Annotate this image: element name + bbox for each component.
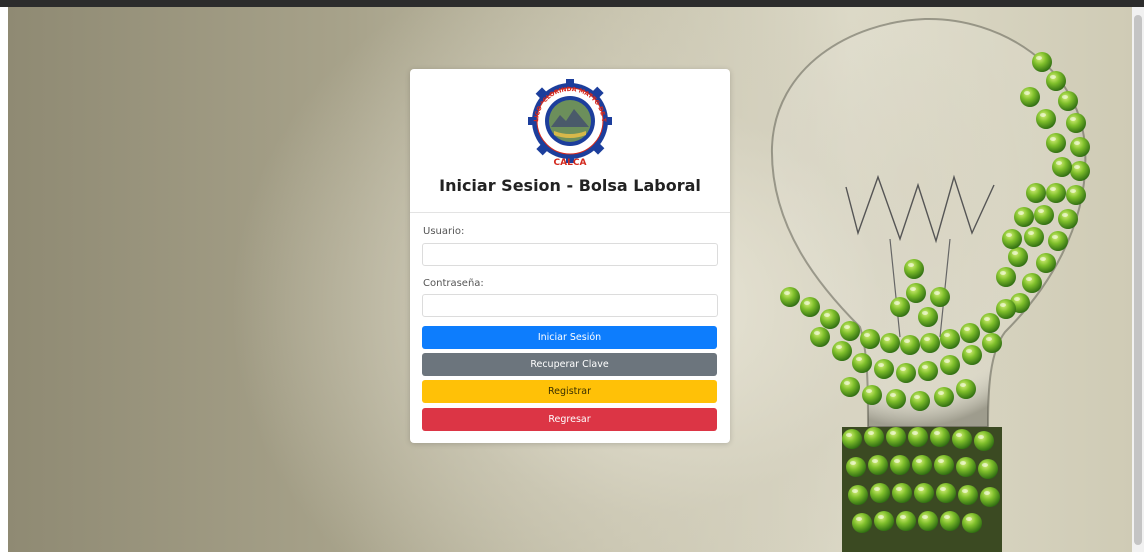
logo-calca-text: CALCA <box>554 158 587 168</box>
register-button[interactable]: Registrar <box>422 380 717 403</box>
lightbulb-background-icon <box>770 17 1090 552</box>
card-header: IES PUBLICO "CLORINDA MATTO DE TURNER" C… <box>410 69 730 213</box>
back-button[interactable]: Regresar <box>422 408 717 431</box>
scrollbar-thumb[interactable] <box>1134 15 1142 545</box>
recover-password-button[interactable]: Recuperar Clave <box>422 353 717 376</box>
username-input[interactable] <box>422 243 718 266</box>
login-button[interactable]: Iniciar Sesión <box>422 326 717 349</box>
scrollbar[interactable] <box>1132 7 1144 552</box>
page-title: Iniciar Sesion - Bolsa Laboral <box>439 176 701 195</box>
institution-logo-icon: IES PUBLICO "CLORINDA MATTO DE TURNER" C… <box>524 77 612 168</box>
password-input[interactable] <box>422 294 718 317</box>
page: IES PUBLICO "CLORINDA MATTO DE TURNER" C… <box>0 0 1144 552</box>
password-label: Contraseña: <box>423 278 484 289</box>
login-card: IES PUBLICO "CLORINDA MATTO DE TURNER" C… <box>410 69 730 443</box>
browser-top-bar <box>0 0 1144 7</box>
username-label: Usuario: <box>423 226 465 237</box>
left-edge <box>0 7 8 552</box>
